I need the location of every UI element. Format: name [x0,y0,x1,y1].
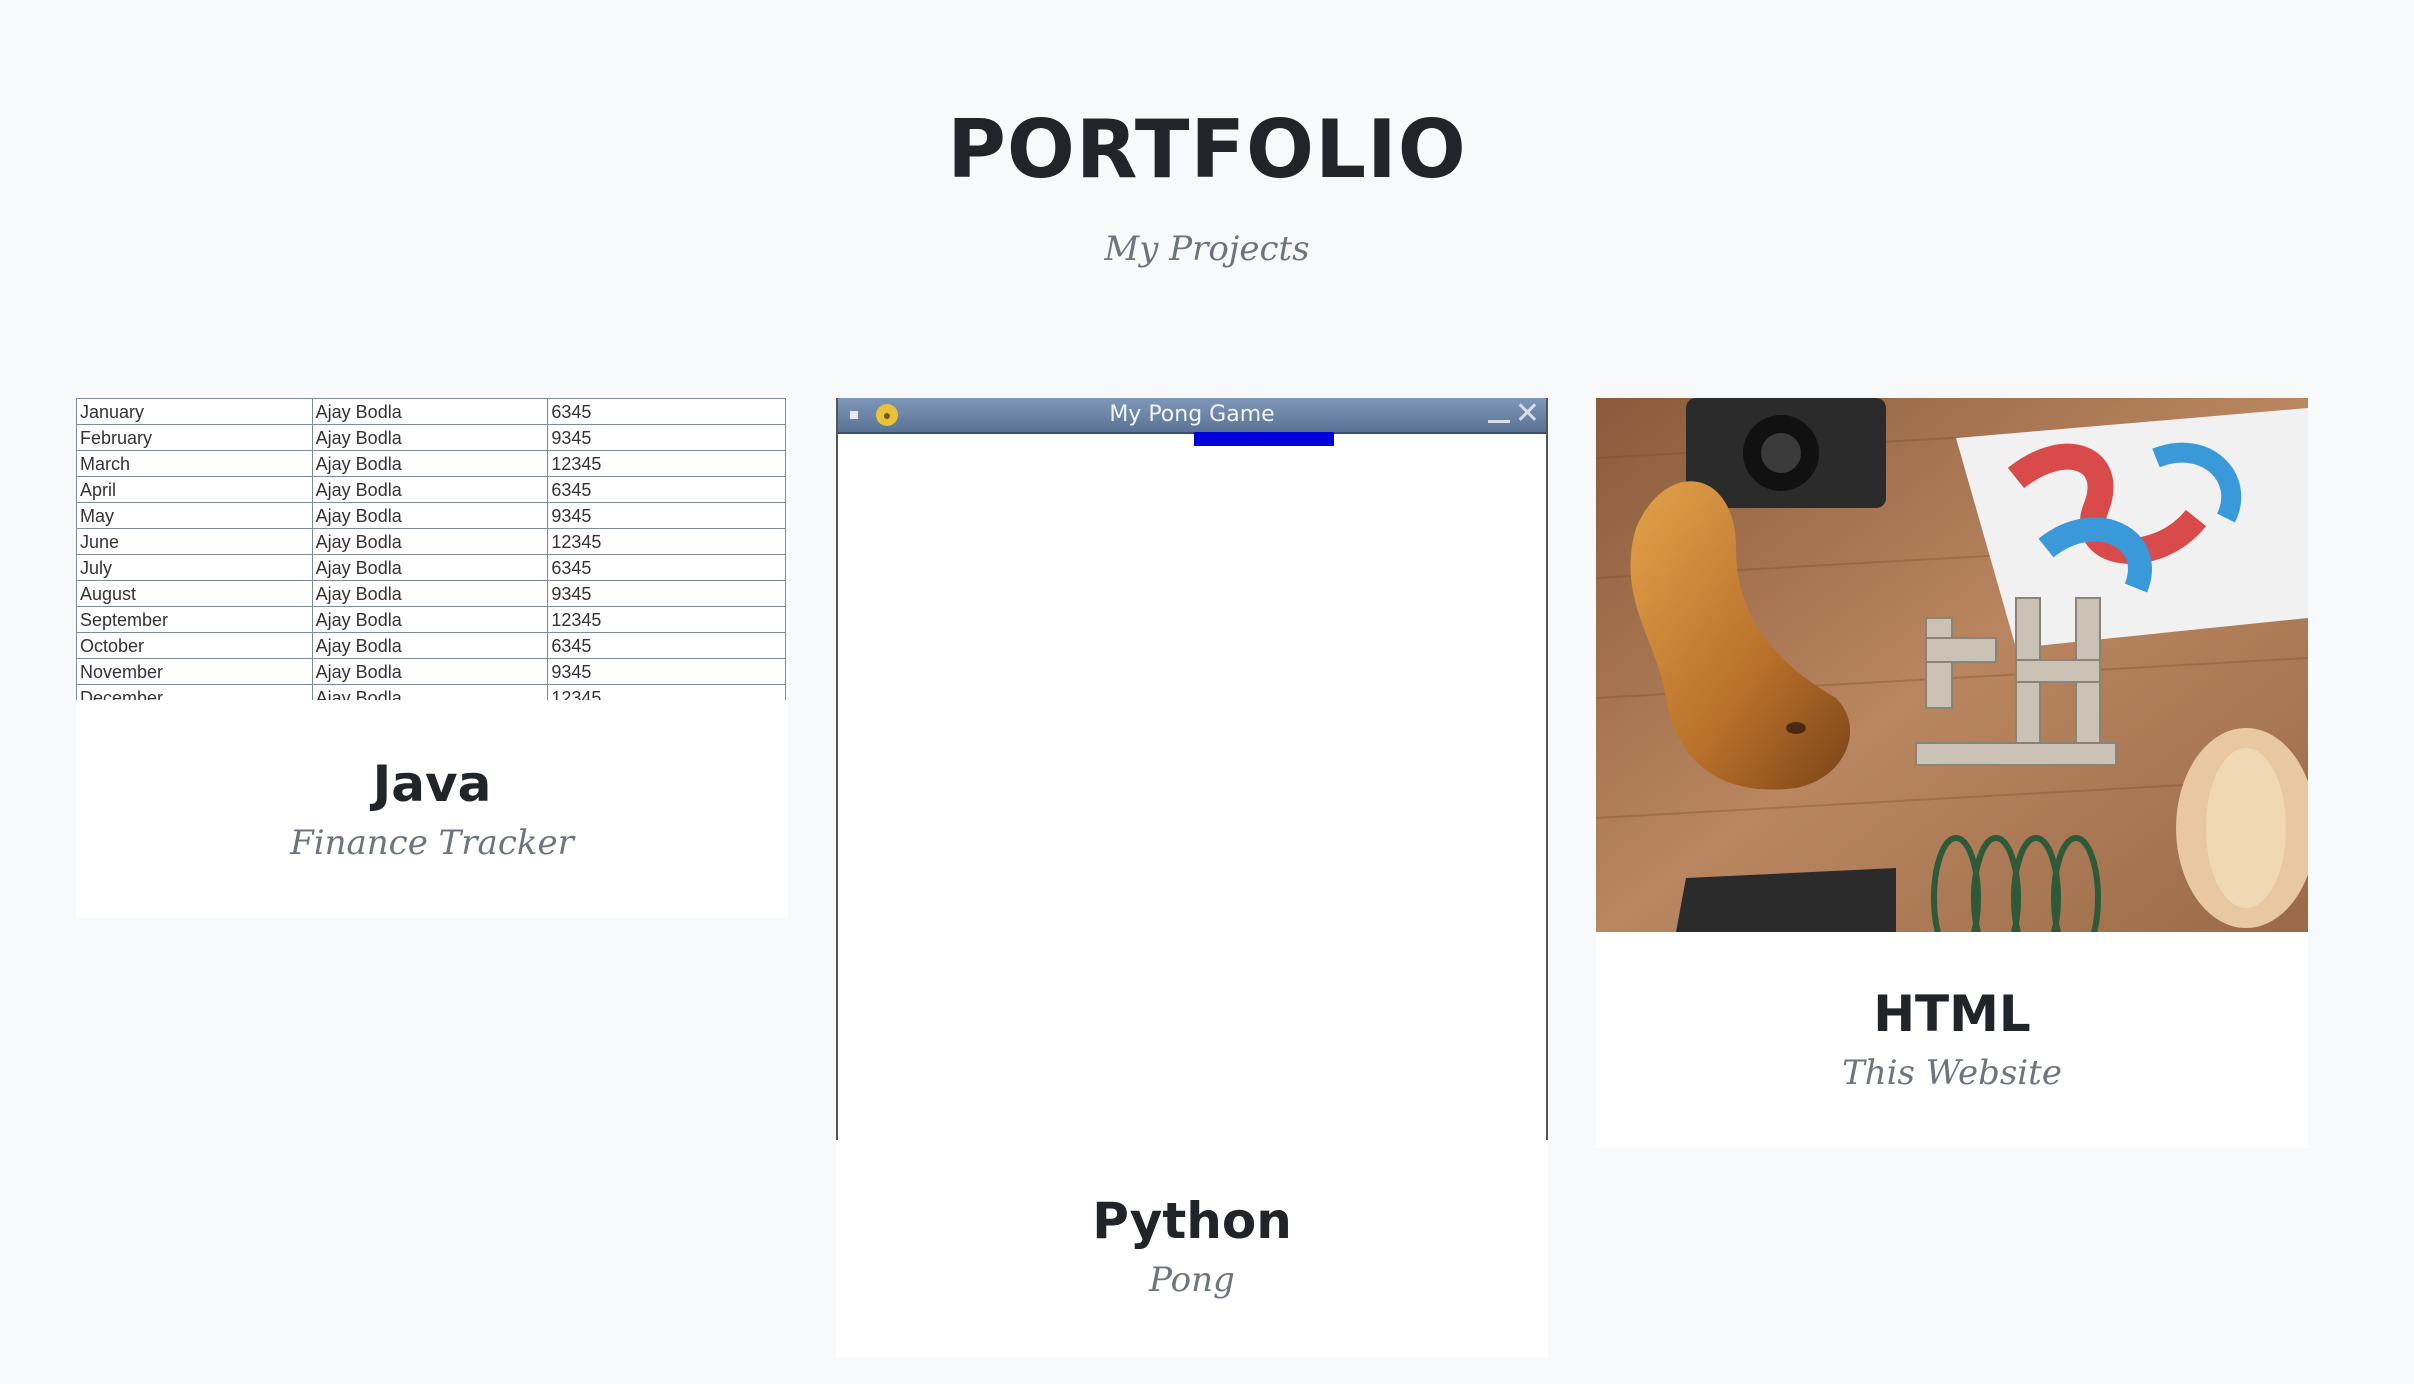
table-cell: 6345 [547,632,786,659]
card-subtitle: This Website [1842,1053,2062,1093]
table-cell: February [76,424,313,451]
table-cell: Ajay Bodla [311,450,549,477]
table-cell: Ajay Bodla [311,554,549,581]
table-row: January Ajay Bodla 6345 [76,398,786,425]
minimize-icon [1488,420,1510,423]
table-cell: 6345 [547,398,786,425]
table-cell: July [76,554,313,581]
table-row: June Ajay Bodla 12345 [76,528,786,555]
table-cell: May [76,502,313,529]
table-cell: April [76,476,313,503]
table-row: February Ajay Bodla 9345 [76,424,786,451]
pong-window-thumbnail: ● My Pong Game ✕ [836,398,1548,1140]
table-cell: 9345 [547,502,786,529]
table-cell: November [76,658,313,685]
table-row: November Ajay Bodla 9345 [76,658,786,685]
table-row: May Ajay Bodla 9345 [76,502,786,529]
table-cell: 12345 [547,450,786,477]
table-row: September Ajay Bodla 12345 [76,606,786,633]
table-row: July Ajay Bodla 6345 [76,554,786,581]
portfolio-card-java[interactable]: January Ajay Bodla 6345 February Ajay Bodla 9… [76,398,788,918]
table-cell: Ajay Bodla [311,398,549,425]
card-title: HTML [1873,985,2031,1043]
photo-illustration [1596,398,2308,932]
card-subtitle: Pong [1149,1260,1235,1300]
table-cell: Ajay Bodla [311,632,549,659]
table-cell: June [76,528,313,555]
desk-tools-photo [1596,398,2308,932]
close-icon: ✕ [1514,397,1540,430]
portfolio-card-html[interactable]: HTML This Website [1596,398,2308,1148]
table-cell: 12345 [547,528,786,555]
table-cell: December [76,684,313,700]
finance-table: January Ajay Bodla 6345 February Ajay Bodla 9… [76,398,786,700]
table-cell: October [76,632,313,659]
card-title: Java [372,755,492,813]
table-cell: 9345 [547,580,786,607]
table-row: October Ajay Bodla 6345 [76,632,786,659]
portfolio-card-python[interactable]: ● My Pong Game ✕ Python Pong [836,398,1548,1357]
card-title: Python [1092,1192,1292,1250]
table-cell: 12345 [547,606,786,633]
page-subtitle: My Projects [1104,229,1310,269]
table-cell: Ajay Bodla [311,658,549,685]
table-cell: September [76,606,313,633]
table-cell: 9345 [547,424,786,451]
table-cell: Ajay Bodla [311,528,549,555]
table-cell: 12345 [547,684,786,700]
table-cell: Ajay Bodla [311,684,549,700]
table-row: August Ajay Bodla 9345 [76,580,786,607]
table-cell: 9345 [547,658,786,685]
table-cell: March [76,450,313,477]
table-cell: Ajay Bodla [311,476,549,503]
table-cell: Ajay Bodla [311,606,549,633]
table-row: December Ajay Bodla 12345 [76,684,786,700]
pong-paddle [1194,432,1334,446]
table-cell: 6345 [547,476,786,503]
table-cell: August [76,580,313,607]
table-row: March Ajay Bodla 12345 [76,450,786,477]
table-cell: Ajay Bodla [311,424,549,451]
table-cell: Ajay Bodla [311,502,549,529]
window-titlebar: ● My Pong Game ✕ [838,398,1546,434]
table-row: April Ajay Bodla 6345 [76,476,786,503]
card-subtitle: Finance Tracker [290,823,574,863]
table-cell: 6345 [547,554,786,581]
window-title: My Pong Game [1109,402,1275,427]
page-title: PORTFOLIO [947,103,1467,196]
table-cell: January [76,398,313,425]
finance-table-thumbnail: January Ajay Bodla 6345 February Ajay Bodla 9… [76,398,788,700]
table-cell: Ajay Bodla [311,580,549,607]
